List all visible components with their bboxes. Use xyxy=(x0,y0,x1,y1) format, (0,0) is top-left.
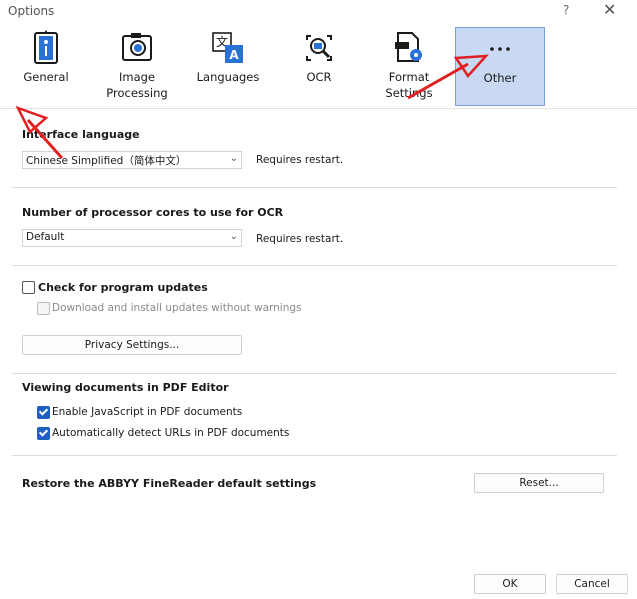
window-title: Options xyxy=(8,4,55,18)
tab-label: OCR xyxy=(306,70,332,84)
tab-other[interactable]: Other xyxy=(455,27,545,106)
title-bar: Options ? ✕ xyxy=(0,0,637,24)
cancel-button[interactable]: Cancel xyxy=(556,574,628,594)
image-processing-icon xyxy=(122,33,152,61)
tab-label: General xyxy=(23,70,69,84)
divider xyxy=(12,455,617,456)
tab-format-settings[interactable]: Format Settings xyxy=(372,24,446,106)
divider xyxy=(12,265,617,266)
help-button[interactable]: ? xyxy=(563,3,569,17)
detect-urls-checkbox[interactable] xyxy=(37,427,50,440)
processor-cores-value: Default xyxy=(26,231,65,243)
reset-button[interactable]: Reset... xyxy=(474,473,604,493)
tab-image-processing[interactable]: Image Processing xyxy=(98,24,176,106)
processor-cores-select[interactable]: Default ⌄ xyxy=(22,229,242,247)
processor-cores-note: Requires restart. xyxy=(256,233,344,245)
auto-install-checkbox[interactable] xyxy=(37,302,50,315)
more-icon xyxy=(490,47,510,51)
chevron-down-icon: ⌄ xyxy=(229,153,238,164)
enable-javascript-checkbox[interactable] xyxy=(37,406,50,419)
format-settings-icon xyxy=(395,32,422,62)
tab-general[interactable]: General xyxy=(8,24,84,106)
check-updates-label: Check for program updates xyxy=(38,281,208,294)
restore-defaults-title: Restore the ABBYY FineReader default set… xyxy=(22,477,317,490)
options-toolbar: General Image Processing 文 A Languages O… xyxy=(0,24,637,109)
tab-label: Languages xyxy=(196,70,260,84)
divider xyxy=(12,373,617,374)
detect-urls-label: Automatically detect URLs in PDF documen… xyxy=(52,427,290,439)
enable-javascript-label: Enable JavaScript in PDF documents xyxy=(52,406,243,418)
auto-install-label: Download and install updates without war… xyxy=(52,302,302,314)
ocr-icon xyxy=(306,35,332,61)
general-icon xyxy=(34,30,58,64)
svg-text:A: A xyxy=(229,48,239,62)
close-button[interactable]: ✕ xyxy=(603,0,616,19)
tab-ocr[interactable]: OCR xyxy=(282,24,356,106)
tab-label: Other xyxy=(483,71,517,85)
interface-language-note: Requires restart. xyxy=(256,154,344,166)
privacy-settings-button[interactable]: Privacy Settings... xyxy=(22,335,242,355)
interface-language-title: Interface language xyxy=(22,128,140,141)
ok-button[interactable]: OK xyxy=(474,574,546,594)
tab-label: Image Processing xyxy=(106,70,168,100)
check-updates-checkbox[interactable] xyxy=(22,281,35,294)
divider xyxy=(12,187,617,188)
pdf-editor-title: Viewing documents in PDF Editor xyxy=(22,381,229,394)
processor-cores-title: Number of processor cores to use for OCR xyxy=(22,206,284,219)
interface-language-select[interactable]: Chinese Simplified（简体中文） ⌄ xyxy=(22,151,242,169)
languages-icon: 文 A xyxy=(212,32,243,63)
chevron-down-icon: ⌄ xyxy=(229,231,238,242)
tab-languages[interactable]: 文 A Languages xyxy=(190,24,266,106)
interface-language-value: Chinese Simplified（简体中文） xyxy=(26,155,187,167)
tab-label: Format Settings xyxy=(385,70,433,100)
